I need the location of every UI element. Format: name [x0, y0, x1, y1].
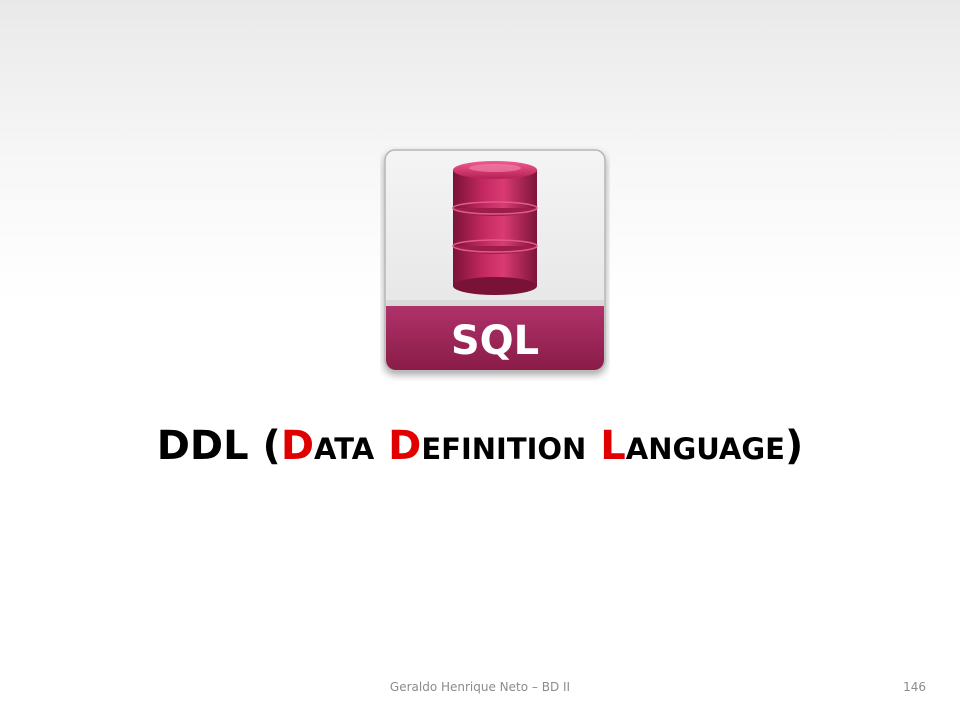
title-initial-data: D — [280, 423, 315, 469]
sql-database-file-icon: SQL — [380, 146, 610, 382]
sql-label: SQL — [451, 318, 539, 364]
footer-author: Geraldo Henrique Neto – BD II — [389, 680, 571, 694]
title-suffix: ) — [784, 423, 804, 469]
title-initial-definition: D — [388, 423, 422, 469]
title-initial-language: L — [600, 423, 626, 469]
title-word-data: ATA — [314, 432, 375, 466]
title-prefix: DDL ( — [156, 423, 281, 469]
title-word-definition: EFINITION — [421, 432, 587, 466]
slide-title: DDL (DATA DEFINITION LANGUAGE) — [0, 423, 960, 469]
page-number: 146 — [903, 680, 926, 694]
title-word-language: ANGUAGE — [625, 432, 785, 466]
